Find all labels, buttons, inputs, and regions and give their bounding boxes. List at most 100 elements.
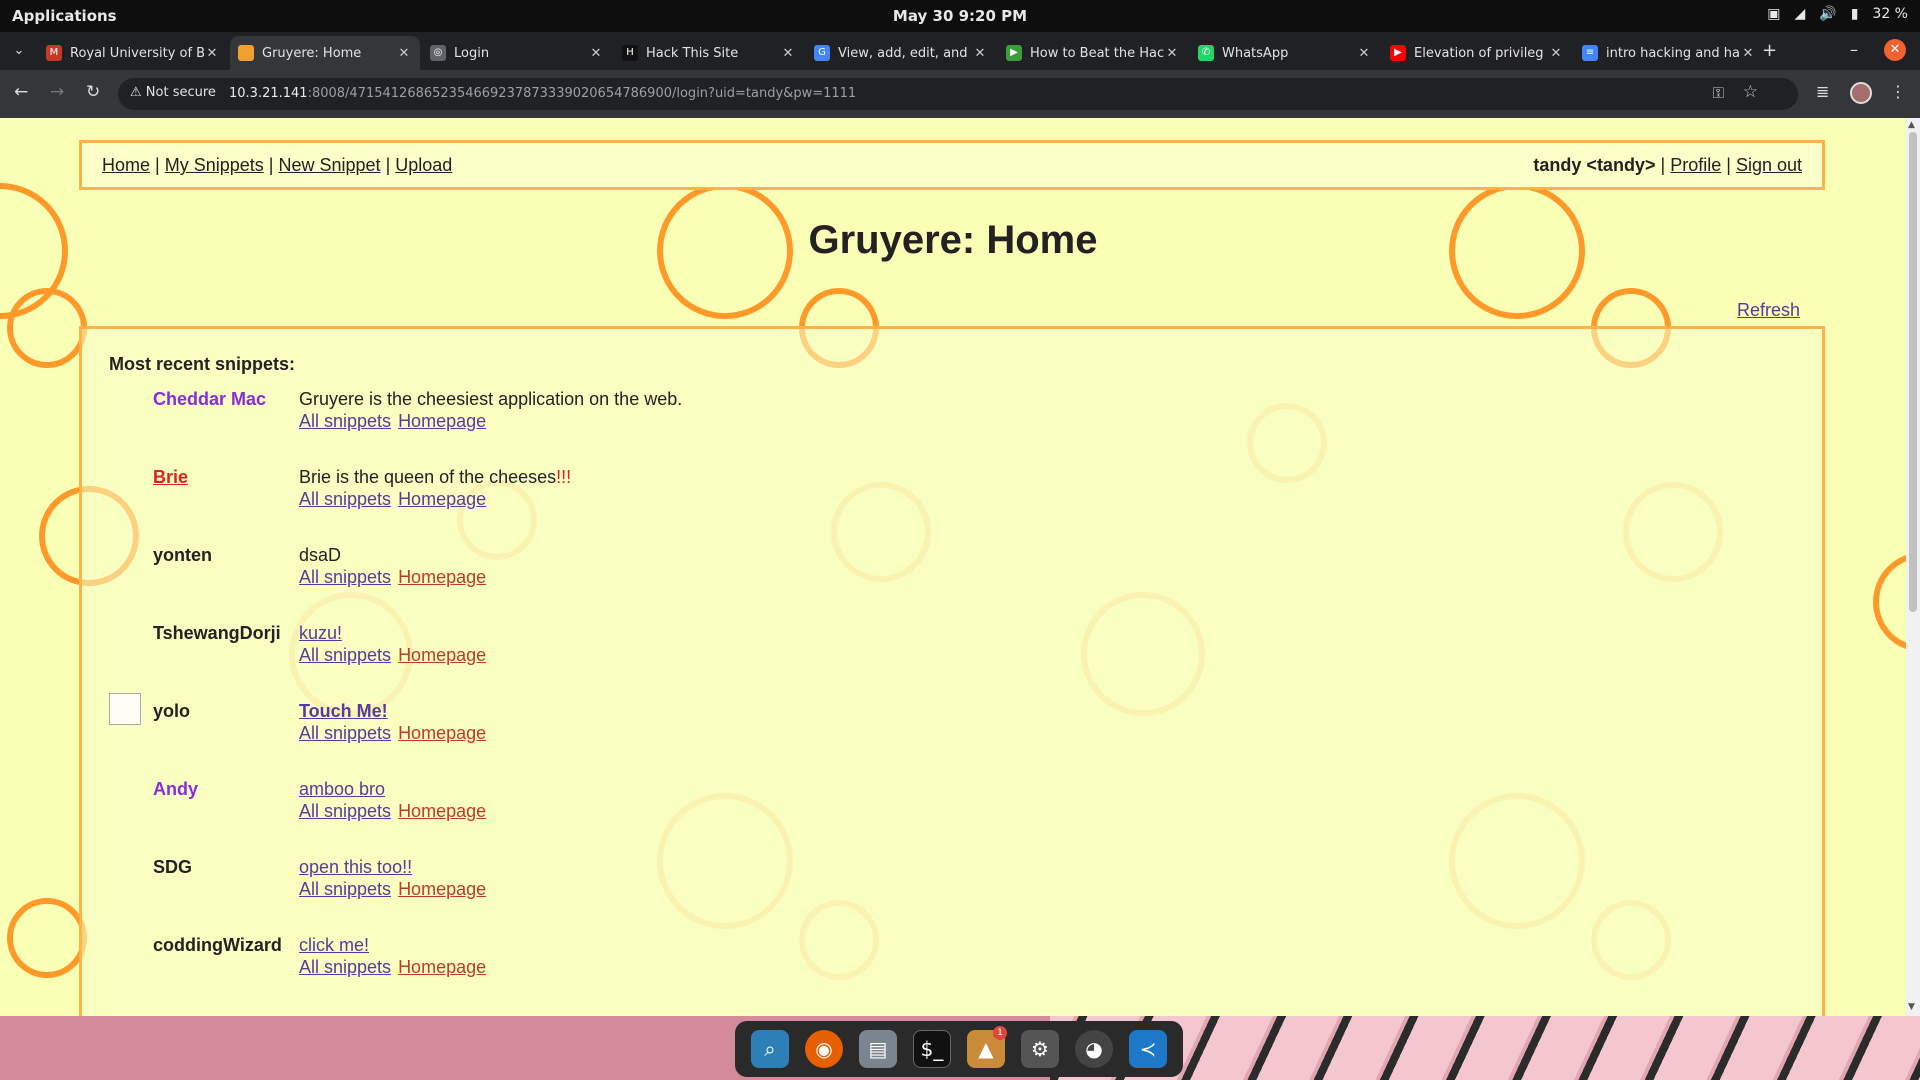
tab-close-icon[interactable]: ✕ [1740,46,1756,61]
tab-close-icon[interactable]: ✕ [204,46,220,61]
snippet-author: coddingWizard [153,935,282,955]
homepage-link[interactable]: Homepage [398,489,486,509]
snippet-body-link[interactable]: amboo bro [299,779,385,800]
profile-avatar[interactable] [1850,82,1872,104]
menu-home-link[interactable]: Home [102,155,150,175]
battery-icon[interactable]: ▮ [1851,6,1859,22]
snippet-body-link[interactable]: kuzu! [299,623,342,644]
scroll-down-arrow-icon[interactable]: ▼ [1908,1002,1915,1012]
vscode-icon[interactable]: ≺ [1129,1030,1167,1068]
tab-favicon-icon: ≡ [1582,45,1598,61]
browser-tab[interactable]: ✆ WhatsApp ✕ [1190,36,1380,70]
page-scrollbar[interactable]: ▲ ▼ [1906,118,1920,1016]
homepage-link[interactable]: Homepage [398,723,486,743]
software-store-icon[interactable]: ▲ 1 [967,1026,1007,1068]
tab-close-icon[interactable]: ✕ [1548,46,1564,61]
page-title: Gruyere: Home [808,218,1098,262]
tab-close-icon[interactable]: ✕ [1356,46,1372,61]
all-snippets-link[interactable]: All snippets [299,957,391,977]
all-snippets-link[interactable]: All snippets [299,645,391,665]
battery-percent: 32 % [1872,6,1908,22]
media-controls-icon[interactable]: ≣ [1816,82,1829,101]
homepage-link[interactable]: Homepage [398,801,486,821]
all-snippets-link[interactable]: All snippets [299,411,391,431]
snippet-body: Gruyere is the cheesiest application on … [299,389,683,409]
broken-image-icon [109,693,141,725]
reload-icon[interactable]: ↻ [86,82,100,102]
settings-gear-icon[interactable]: ⚙ [1021,1030,1059,1068]
tab-search-chevron-icon[interactable]: ⌄ [8,40,30,62]
snippet-body-link[interactable]: click me! [299,935,369,956]
homepage-link[interactable]: Homepage [398,645,486,665]
snippet-author-link[interactable]: Brie [153,467,188,488]
all-snippets-link[interactable]: All snippets [299,489,391,509]
snippet-author: Andy [153,779,198,799]
chrome-icon[interactable]: ◕ [1075,1030,1113,1068]
menu-sign-out-link[interactable]: Sign out [1736,155,1802,175]
menu-separator: | [155,155,160,175]
tab-close-icon[interactable]: ✕ [396,46,412,61]
browser-tab[interactable]: M Royal University of B ✕ [38,36,228,70]
decor-circle [1873,552,1906,652]
scrollbar-thumb[interactable] [1909,132,1917,612]
snippet-row: Cheddar Mac Gruyere is the cheesiest app… [82,389,1782,459]
snippet-body-link[interactable]: Touch Me! [299,701,388,722]
homepage-link[interactable]: Homepage [398,567,486,587]
snippet-author: TshewangDorji [153,623,281,643]
close-window-icon[interactable]: ✕ [1884,39,1906,61]
all-snippets-link[interactable]: All snippets [299,723,391,743]
snippet-body: Brie is the queen of the cheeses!!! [299,467,571,488]
browser-menu-kebab-icon[interactable]: ⋮ [1890,82,1906,101]
all-snippets-link[interactable]: All snippets [299,567,391,587]
snippet-body-link[interactable]: open this too!! [299,857,412,878]
files-icon[interactable]: ▤ [859,1030,897,1068]
snippet-author: yonten [153,545,213,565]
tab-close-icon[interactable]: ✕ [1164,46,1180,61]
browser-tab[interactable]: ◎ Login ✕ [422,36,612,70]
refresh-link[interactable]: Refresh [1737,300,1800,321]
terminal-icon[interactable]: $_ [913,1030,951,1068]
back-arrow-icon[interactable]: ← [14,82,28,102]
menu-my-snippets-link[interactable]: My Snippets [165,155,264,175]
tab-favicon-icon: H [622,45,638,61]
browser-tab[interactable]: ≡ intro hacking and ha ✕ [1574,36,1764,70]
tab-close-icon[interactable]: ✕ [588,46,604,61]
menu-upload-link[interactable]: Upload [395,155,452,175]
not-secure-label: Not secure [145,85,216,100]
web-page: Home | My Snippets | New Snippet | Uploa… [0,118,1906,1016]
homepage-link[interactable]: Homepage [398,411,486,431]
browser-tab[interactable]: G View, add, edit, and ✕ [806,36,996,70]
homepage-link[interactable]: Homepage [398,879,486,899]
browser-tab[interactable]: Gruyere: Home ✕ [230,36,420,70]
url-text[interactable]: 10.3.21.141:8008/47154126865235466923787… [229,86,856,101]
firefox-icon[interactable]: ◉ [805,1030,843,1068]
system-tray[interactable]: ▣ ◢ 🔊 ▮ 32 % [1767,6,1908,22]
browser-tab[interactable]: ▶ Elevation of privileg ✕ [1382,36,1572,70]
system-clock[interactable]: May 30 9:20 PM [0,7,1920,25]
browser-tab[interactable]: H Hack This Site ✕ [614,36,804,70]
new-tab-plus-icon[interactable]: + [1762,40,1777,61]
address-bar[interactable]: ⚠ Not secure 10.3.21.141:8008/4715412686… [118,78,1798,110]
menu-new-snippet-link[interactable]: New Snippet [279,155,381,175]
tab-close-icon[interactable]: ✕ [972,46,988,61]
snippet-row: coddingWizard click me! All snippets Home… [82,935,1782,1005]
menu-profile-link[interactable]: Profile [1670,155,1721,175]
forward-arrow-icon[interactable]: → [50,82,64,102]
not-secure-indicator[interactable]: ⚠ Not secure [130,85,216,100]
minimize-window-icon[interactable]: – [1850,40,1858,59]
snippet-row: TshewangDorji kuzu! All snippets Homepage [82,623,1782,693]
bookmark-star-icon[interactable]: ☆ [1743,82,1758,102]
screen-share-icon[interactable]: ▣ [1767,6,1780,22]
browser-tab[interactable]: ▶ How to Beat the Hac ✕ [998,36,1188,70]
wifi-icon[interactable]: ◢ [1794,6,1805,22]
scroll-up-arrow-icon[interactable]: ▲ [1908,120,1915,130]
homepage-link[interactable]: Homepage [398,957,486,977]
tab-favicon-icon: ▶ [1390,45,1406,61]
snippet-body: dsaD [299,545,342,565]
volume-icon[interactable]: 🔊 [1819,6,1836,22]
all-snippets-link[interactable]: All snippets [299,879,391,899]
password-key-icon[interactable]: ⚿ [1713,84,1724,102]
tab-close-icon[interactable]: ✕ [780,46,796,61]
app-launcher-search-icon[interactable]: ⌕ [751,1030,789,1068]
all-snippets-link[interactable]: All snippets [299,801,391,821]
